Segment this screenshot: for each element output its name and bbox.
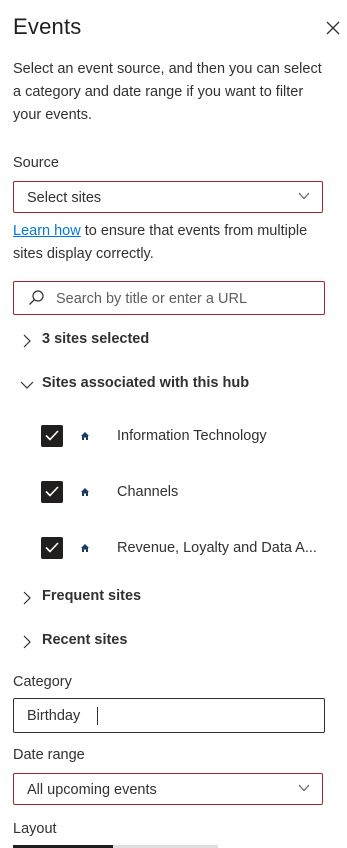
chevron-down-icon bbox=[298, 784, 310, 792]
group-hub-sites[interactable]: Sites associated with this hub bbox=[20, 374, 320, 396]
site-name: Channels bbox=[117, 484, 179, 500]
checkmark-icon bbox=[45, 430, 59, 441]
group-recent-sites[interactable]: Recent sites bbox=[20, 631, 320, 653]
search-icon bbox=[29, 290, 44, 305]
checkmark-icon bbox=[45, 486, 59, 497]
chevron-down-icon bbox=[298, 192, 310, 200]
chevron-down-icon bbox=[20, 381, 34, 389]
layout-label: Layout bbox=[13, 821, 57, 837]
group-selected-label: 3 sites selected bbox=[42, 331, 150, 347]
group-selected-sites[interactable]: 3 sites selected bbox=[20, 330, 320, 352]
site-checkbox-channels[interactable] bbox=[41, 481, 63, 503]
learn-how-link[interactable]: Learn how bbox=[13, 223, 81, 239]
group-frequent-sites[interactable]: Frequent sites bbox=[20, 587, 320, 609]
date-range-value: All upcoming events bbox=[27, 782, 157, 798]
date-range-dropdown[interactable]: All upcoming events bbox=[13, 773, 323, 805]
source-dropdown-value: Select sites bbox=[27, 190, 102, 206]
group-recent-label: Recent sites bbox=[42, 632, 128, 648]
home-icon bbox=[81, 544, 89, 552]
checkmark-icon bbox=[45, 542, 59, 553]
source-info: Learn how to ensure that events from mul… bbox=[13, 220, 333, 266]
chevron-right-icon bbox=[23, 334, 31, 348]
site-search-box[interactable] bbox=[13, 281, 325, 315]
chevron-right-icon bbox=[23, 635, 31, 649]
site-checkbox-information-technology[interactable] bbox=[41, 425, 63, 447]
panel-title: Events bbox=[13, 14, 82, 39]
close-icon[interactable] bbox=[325, 20, 341, 36]
home-icon bbox=[81, 432, 89, 440]
home-icon bbox=[81, 488, 89, 496]
source-label: Source bbox=[13, 155, 59, 171]
category-field[interactable]: Birthday bbox=[13, 698, 325, 733]
panel-description: Select an event source, and then you can… bbox=[13, 61, 322, 123]
chevron-right-icon bbox=[23, 591, 31, 605]
search-input[interactable] bbox=[54, 287, 318, 311]
group-frequent-label: Frequent sites bbox=[42, 588, 142, 604]
source-dropdown[interactable]: Select sites bbox=[13, 181, 323, 213]
site-name: Information Technology bbox=[117, 428, 267, 444]
category-value: Birthday bbox=[27, 708, 81, 724]
group-hub-label: Sites associated with this hub bbox=[42, 375, 250, 391]
site-name: Revenue, Loyalty and Data A... bbox=[117, 540, 317, 556]
date-range-label: Date range bbox=[13, 747, 85, 763]
site-checkbox-revenue-loyalty[interactable] bbox=[41, 537, 63, 559]
category-label: Category bbox=[13, 674, 72, 690]
text-caret bbox=[97, 707, 98, 725]
